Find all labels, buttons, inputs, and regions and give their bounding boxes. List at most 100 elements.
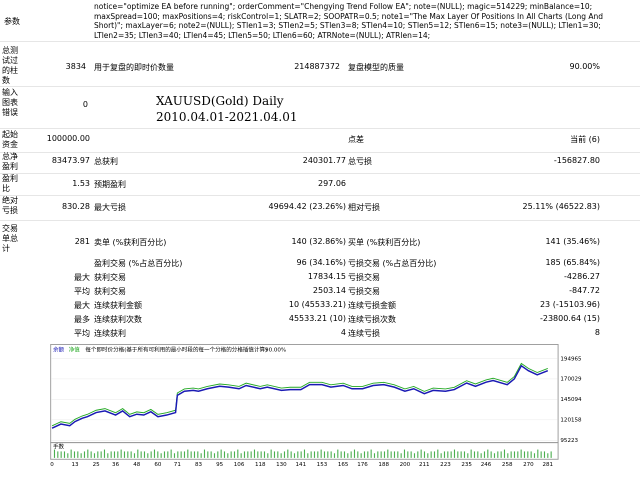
- volume-bar: [427, 453, 429, 458]
- volume-bar: [537, 449, 539, 458]
- errors-label: 输入图表错误: [2, 88, 18, 117]
- volume-bar: [107, 453, 109, 458]
- volume-bar: [197, 451, 199, 458]
- volume-bar: [430, 451, 432, 458]
- volume-bar: [337, 449, 339, 458]
- volume-bar: [293, 453, 296, 458]
- volume-bar: [393, 451, 396, 458]
- chart-quality: 90.00%: [265, 347, 286, 353]
- volume-bar: [207, 451, 209, 458]
- volume-bar: [377, 451, 379, 458]
- stats-row: 最大 连续获利金额 10 (45533.21) 连续亏损金额 23 (-1510…: [0, 300, 640, 313]
- stats-value: -847.72: [569, 286, 600, 295]
- long-value: 141 (35.46%): [545, 237, 600, 246]
- volume-bar: [227, 453, 229, 458]
- stats-value: 10 (45533.21): [288, 300, 346, 309]
- volume-bar: [133, 453, 136, 458]
- volume-bar: [440, 453, 442, 458]
- volume-bar: [470, 449, 472, 458]
- volume-bar: [457, 451, 459, 458]
- payoff-value: 297.06: [318, 179, 346, 188]
- volume-bar: [373, 453, 376, 458]
- deposit-label: 起始资金: [2, 130, 18, 149]
- volume-bar: [383, 451, 386, 458]
- stats-label: 连续获利: [94, 329, 126, 338]
- volume-bar: [240, 453, 242, 458]
- x-tick-label: 153: [317, 462, 328, 468]
- y-tick-label: 95223: [560, 438, 578, 444]
- stats-prefix: 最大: [74, 301, 90, 310]
- volume-bar: [60, 451, 62, 458]
- x-tick-label: 36: [112, 462, 120, 468]
- divider: [0, 86, 640, 87]
- x-tick-label: 25: [93, 462, 101, 468]
- x-tick-label: 211: [419, 462, 430, 468]
- volume-bar: [253, 449, 256, 458]
- x-tick-label: 83: [195, 462, 203, 468]
- volume-bar: [437, 449, 439, 458]
- volume-bar: [497, 451, 499, 458]
- x-tick-label: 246: [481, 462, 492, 468]
- volume-bar: [323, 451, 326, 458]
- volume-bar: [157, 451, 159, 458]
- stats-label: 连续亏损金额: [348, 301, 396, 310]
- volume-bar: [210, 451, 212, 458]
- volume-bar: [87, 449, 89, 458]
- divider: [0, 128, 640, 129]
- volume-bar: [130, 451, 132, 458]
- volume-bar: [203, 449, 206, 458]
- net-profit-label: 总净盈利: [2, 152, 18, 171]
- spread-label: 点差: [348, 135, 364, 144]
- volume-bar: [53, 449, 56, 458]
- quality-value: 90.00%: [569, 62, 600, 71]
- volume-bar: [523, 451, 526, 458]
- volume-bar: [483, 451, 486, 458]
- rel-drawdown-value: 25.11% (46522.83): [522, 202, 600, 211]
- volume-bar: [140, 451, 142, 458]
- stats-value: 8: [594, 328, 600, 337]
- gross-loss-value: -156827.80: [553, 156, 600, 165]
- volume-bar: [80, 453, 82, 458]
- stats-label: 获利交易: [94, 273, 126, 282]
- volume-bar: [120, 449, 122, 458]
- stats-value: 2503.14: [312, 286, 346, 295]
- period-title: 2010.04.01-2021.04.01: [156, 110, 298, 124]
- volume-bar: [83, 451, 86, 458]
- x-tick-label: 118: [255, 462, 266, 468]
- max-drawdown-value: 49694.42 (23.26%): [268, 202, 346, 211]
- stats-label: 亏损交易 (%占总百分比): [348, 259, 437, 268]
- parameters-text: notice="optimize EA before running"; ord…: [94, 2, 604, 40]
- volume-bar: [320, 449, 322, 458]
- volume-bar: [163, 451, 166, 458]
- volume-bar: [170, 449, 172, 458]
- volume-bar: [267, 453, 269, 458]
- volume-bar: [190, 451, 192, 458]
- equity-legend: 净值: [69, 345, 81, 353]
- volume-bar: [380, 451, 382, 458]
- volume-bar: [327, 451, 329, 458]
- volume-bar: [137, 449, 139, 458]
- stats-value: -4286.27: [564, 272, 600, 281]
- stats-value: 185 (65.84%): [545, 258, 600, 267]
- profit-factor-value: 1.53: [72, 179, 90, 188]
- volume-bar: [260, 451, 262, 458]
- x-tick-label: 200: [400, 462, 411, 468]
- ticks-label: 用于复盘的即时价数量: [94, 63, 174, 72]
- short-value: 140 (32.86%): [291, 237, 346, 246]
- volume-bar: [70, 449, 72, 458]
- volume-bar: [403, 449, 406, 458]
- volume-bar: [453, 449, 456, 458]
- volume-bar: [353, 449, 356, 458]
- stats-value: 96 (34.16%): [296, 258, 346, 267]
- volume-bar: [480, 453, 482, 458]
- volume-bar: [90, 451, 92, 458]
- x-tick-label: 188: [378, 462, 389, 468]
- volume-bar: [147, 453, 149, 458]
- x-tick-label: 71: [174, 462, 182, 468]
- volume-bar: [303, 449, 306, 458]
- volume-bar: [333, 453, 336, 458]
- volume-bar: [283, 451, 286, 458]
- volume-bar: [543, 451, 546, 458]
- x-tick-label: 223: [440, 462, 451, 468]
- volume-bar: [200, 453, 202, 458]
